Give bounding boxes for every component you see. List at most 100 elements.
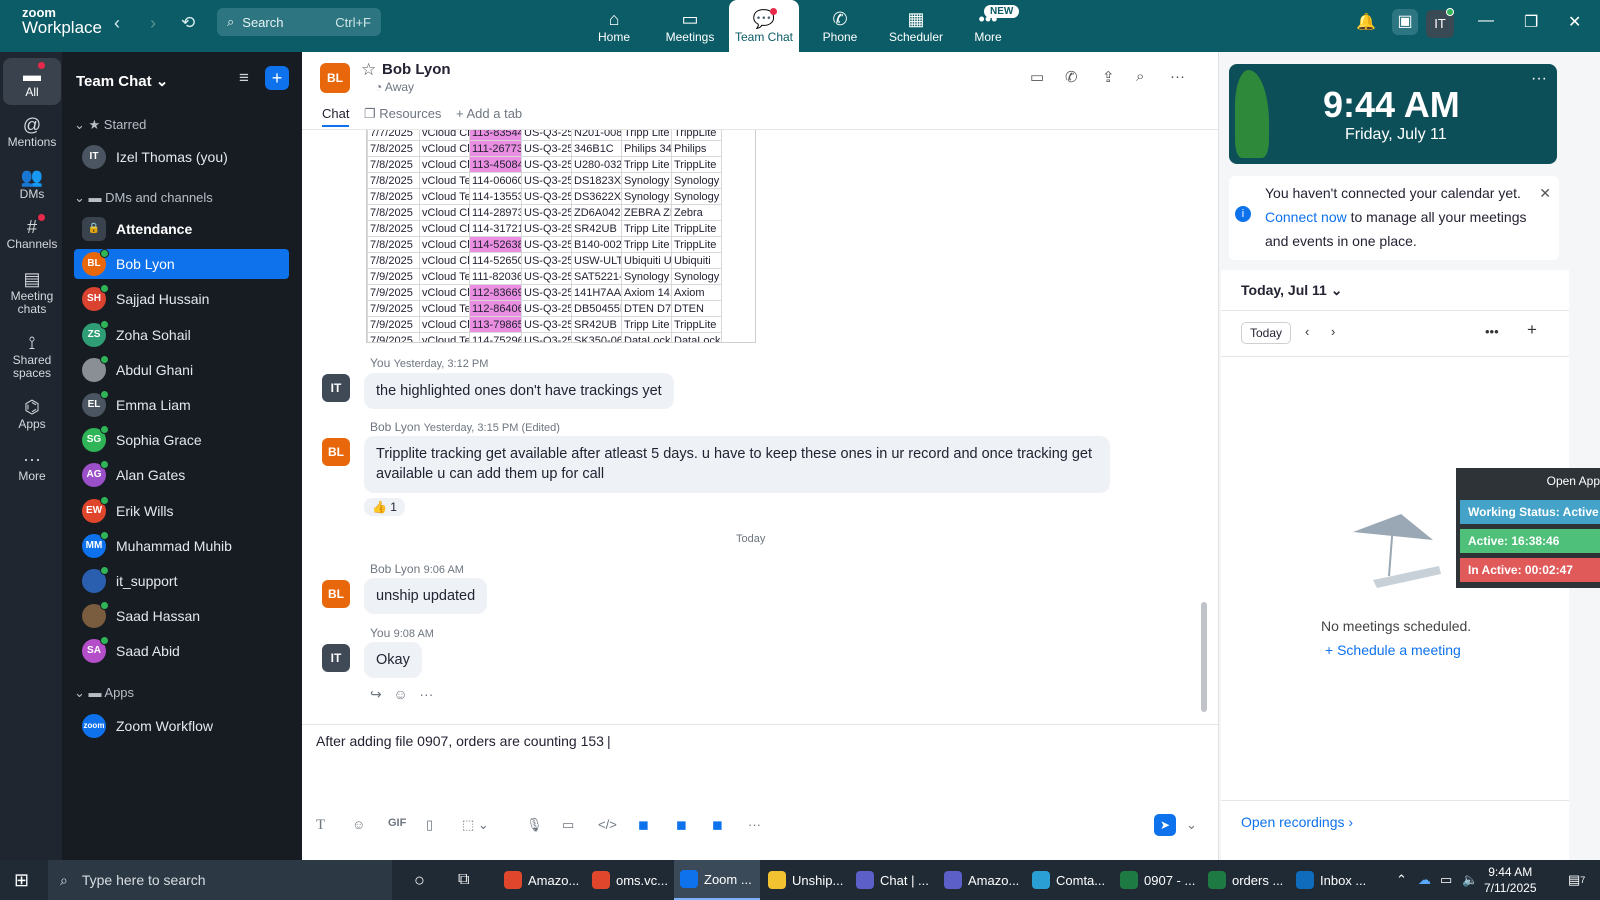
today-button[interactable]: Today: [1241, 322, 1292, 344]
rail-all[interactable]: ▬ All: [3, 58, 61, 106]
avatar[interactable]: BL: [322, 438, 350, 466]
code-icon[interactable]: </>: [598, 817, 617, 832]
tray-chevron-icon[interactable]: ⌃: [1390, 860, 1407, 900]
windows-start-icon[interactable]: ⊞: [14, 870, 29, 891]
more-icon[interactable]: ···: [1531, 70, 1547, 88]
sidebar-item-abdul-ghani[interactable]: Abdul Ghani: [74, 354, 289, 385]
reply-icon[interactable]: ↪: [370, 686, 382, 702]
star-icon[interactable]: ☆: [361, 60, 376, 80]
rail-meeting-chats[interactable]: ▤ Meeting chats: [3, 268, 61, 316]
prev-day-icon[interactable]: ‹: [1305, 324, 1309, 339]
taskbar-app[interactable]: 0907 - ...: [1114, 860, 1200, 900]
message-bubble[interactable]: the highlighted ones don't have tracking…: [364, 373, 674, 410]
sender-name[interactable]: Bob Lyon: [370, 420, 420, 434]
avatar[interactable]: IT: [322, 374, 350, 402]
more-icon[interactable]: •••: [1485, 324, 1499, 339]
app-icon[interactable]: ◼: [712, 817, 723, 833]
message-composer[interactable]: After adding file 0907, orders are count…: [302, 724, 1218, 860]
more-icon[interactable]: ···: [748, 817, 761, 832]
message-bubble[interactable]: unship updated: [364, 578, 488, 615]
tab-team-chat[interactable]: 💬 Team Chat: [729, 0, 799, 52]
tab-resources[interactable]: ❐ Resources: [364, 106, 441, 122]
sender-name[interactable]: Bob Lyon: [370, 562, 420, 576]
phone-call-icon[interactable]: ✆: [1065, 68, 1078, 86]
rail-more[interactable]: ··· More: [3, 448, 61, 483]
sidebar-item-it-support[interactable]: it_support: [74, 566, 289, 596]
rail-mentions[interactable]: @ Mentions: [3, 114, 61, 149]
back-arrow-icon[interactable]: ‹: [114, 13, 120, 34]
emoji-icon[interactable]: ☺: [352, 817, 365, 832]
minimize-icon[interactable]: —: [1478, 12, 1494, 30]
taskbar-app[interactable]: Zoom ...: [674, 860, 760, 900]
sidebar-item-bob-lyon[interactable]: BL Bob Lyon: [74, 249, 289, 280]
tab-scheduler[interactable]: ▦ Scheduler: [880, 0, 952, 52]
search-box[interactable]: ⌕ Search Ctrl+F: [217, 8, 381, 36]
sidebar-item-attendance[interactable]: 🔒 Attendance: [74, 214, 289, 244]
scrollbar[interactable]: [1201, 602, 1207, 712]
emoji-reaction-icon[interactable]: ☺: [393, 686, 407, 702]
onedrive-icon[interactable]: ☁: [1412, 860, 1431, 900]
rail-shared-spaces[interactable]: ⟟ Shared spaces: [3, 332, 61, 380]
contact-avatar[interactable]: BL: [320, 63, 350, 93]
avatar[interactable]: IT: [322, 644, 350, 672]
taskbar-app[interactable]: oms.vc...: [586, 860, 672, 900]
taskbar-app[interactable]: Unship...: [762, 860, 848, 900]
tab-chat[interactable]: Chat: [322, 106, 350, 127]
sidebar-item-saad-hassan[interactable]: Saad Hassan: [74, 601, 289, 631]
taskbar-app[interactable]: Amazo...: [498, 860, 584, 900]
send-button[interactable]: ➤: [1154, 814, 1176, 836]
spreadsheet-screenshot[interactable]: 7/7/2025vCloud Ch113-83544US-Q3-25-N201-…: [366, 130, 756, 343]
contact-name[interactable]: Bob Lyon: [382, 61, 451, 78]
file-icon[interactable]: ▯: [426, 817, 433, 833]
open-recordings-link[interactable]: Open recordings ›: [1241, 814, 1353, 830]
connect-now-link[interactable]: Connect now: [1265, 209, 1347, 225]
screenshot-icon[interactable]: ⬚ ⌄: [462, 817, 489, 833]
message-input[interactable]: After adding file 0907, orders are count…: [316, 733, 611, 749]
section-dms-channels[interactable]: ⌄ ▬ DMs and channels: [74, 190, 213, 206]
history-icon[interactable]: ⟲: [181, 13, 195, 33]
taskbar-clock[interactable]: 9:44 AM 7/11/2025: [1484, 864, 1537, 896]
microphone-icon[interactable]: 🎙: [526, 817, 543, 833]
chevron-down-icon[interactable]: ⌄: [1186, 817, 1197, 833]
taskbar-app[interactable]: Comta...: [1026, 860, 1112, 900]
taskbar-app[interactable]: Inbox ...: [1290, 860, 1376, 900]
avatar[interactable]: BL: [322, 580, 350, 608]
forward-arrow-icon[interactable]: ›: [150, 13, 156, 34]
app-icon[interactable]: ◼: [638, 817, 649, 833]
sidebar-item-muhammad-muhib[interactable]: MM Muhammad Muhib: [74, 530, 289, 561]
sidebar-item-sophia-grace[interactable]: SG Sophia Grace: [74, 425, 289, 455]
taskbar-search[interactable]: ⌕ Type here to search: [48, 860, 392, 900]
taskbar-app[interactable]: Amazo...: [938, 860, 1024, 900]
bell-icon[interactable]: 🔔: [1356, 12, 1376, 32]
close-icon[interactable]: ✕: [1568, 12, 1581, 32]
rail-apps[interactable]: ⌬ Apps: [3, 396, 61, 431]
tab-home[interactable]: ⌂ Home: [579, 0, 649, 52]
taskbar-app[interactable]: Chat | ...: [850, 860, 936, 900]
share-screen-icon[interactable]: ⇪: [1102, 68, 1115, 86]
sidebar-item-zoha-sohail[interactable]: ZS Zoha Sohail: [74, 319, 289, 350]
format-text-icon[interactable]: T: [316, 817, 325, 834]
tab-meetings[interactable]: ▭ Meetings: [655, 0, 725, 52]
sidebar-item-sajjad-hussain[interactable]: SH Sajjad Hussain: [74, 284, 289, 314]
section-starred[interactable]: ⌄ ★ Starred: [74, 117, 146, 133]
rail-dms[interactable]: 👥 DMs: [3, 166, 61, 201]
network-icon[interactable]: ▭: [1434, 860, 1452, 900]
sidebar-item-zoom-workflow[interactable]: zoom Zoom Workflow: [74, 711, 289, 741]
date-selector[interactable]: Today, Jul 11 ⌄: [1241, 282, 1342, 299]
more-icon[interactable]: ···: [419, 686, 433, 702]
more-options-icon[interactable]: ···: [1170, 68, 1185, 85]
open-app-button[interactable]: Open App: [1547, 474, 1600, 488]
sidebar-item-alan-gates[interactable]: AG Alan Gates: [74, 460, 289, 490]
message-bubble[interactable]: Tripplite tracking get available after a…: [364, 436, 1110, 493]
task-view-icon[interactable]: ⧉: [452, 860, 469, 900]
restore-icon[interactable]: ❐: [1524, 12, 1538, 32]
sidebar-item-emma-liam[interactable]: EL Emma Liam: [74, 390, 289, 420]
sidebar-item-saad-abid[interactable]: SA Saad Abid: [74, 636, 289, 666]
message-bubble[interactable]: Okay: [364, 642, 422, 679]
video-call-icon[interactable]: ▭: [1030, 68, 1044, 86]
gift-icon[interactable]: ▣: [1392, 9, 1418, 35]
volume-icon[interactable]: 🔈: [1456, 860, 1478, 900]
sender-name[interactable]: You: [370, 356, 390, 370]
new-chat-button[interactable]: +: [265, 66, 289, 90]
gif-icon[interactable]: GIF: [388, 817, 406, 829]
